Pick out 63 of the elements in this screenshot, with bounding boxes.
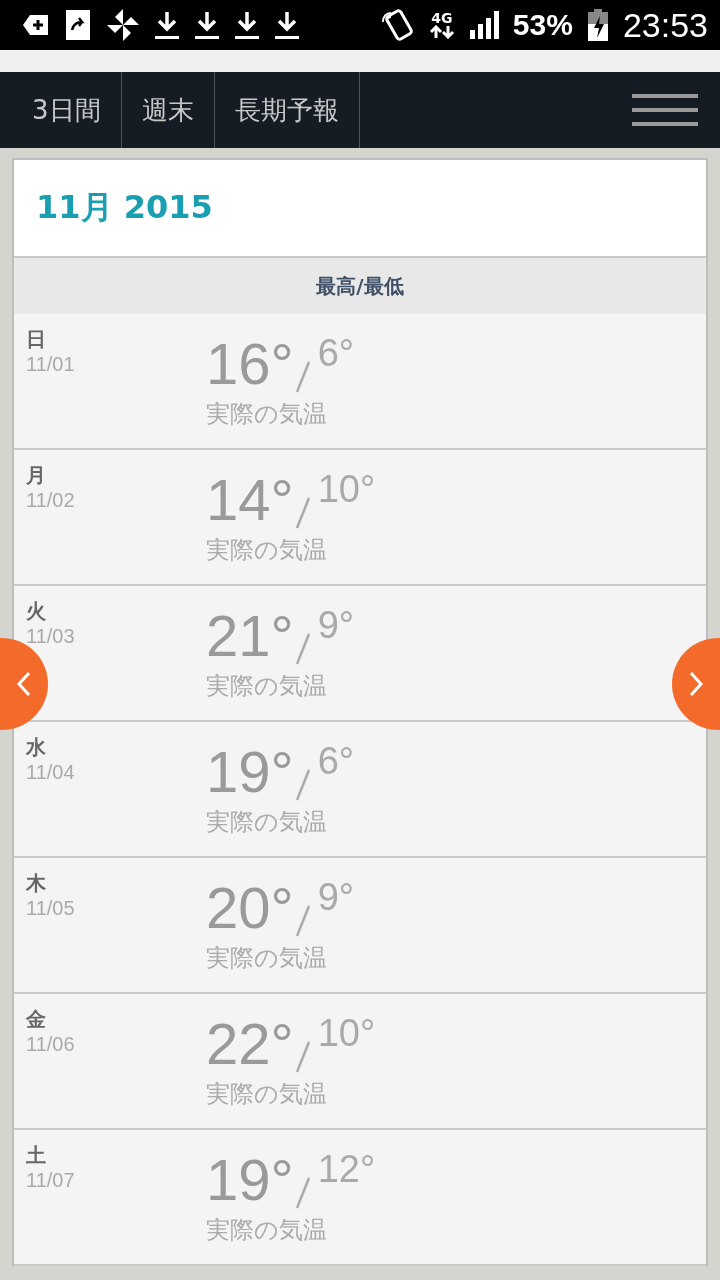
download-icon xyxy=(234,10,260,40)
weekday: 月 xyxy=(26,462,46,489)
temperature-note: 実際の気温 xyxy=(206,1215,327,1246)
slash-divider xyxy=(293,496,312,530)
low-temperature: 6° xyxy=(317,332,355,374)
download-icon xyxy=(154,10,180,40)
slash-divider xyxy=(293,1040,312,1074)
date: 11/07 xyxy=(26,1169,75,1192)
low-temperature: 9° xyxy=(317,604,355,646)
forecast-tab[interactable]: 長期予報 xyxy=(214,72,360,148)
high-temperature: 19° xyxy=(206,740,294,804)
battery-charging-icon xyxy=(586,8,609,42)
download-icon xyxy=(194,10,220,40)
forecast-tab[interactable]: 3日間 xyxy=(0,72,122,148)
column-header: 最高/最低 xyxy=(316,272,404,300)
weekday: 土 xyxy=(26,1142,46,1169)
date: 11/05 xyxy=(26,897,75,920)
data-arrows-icon xyxy=(428,25,455,39)
date: 11/01 xyxy=(26,353,75,376)
weekday: 日 xyxy=(26,326,46,353)
download-icon xyxy=(274,10,300,40)
pinwheel-icon xyxy=(106,8,140,42)
high-temperature: 19° xyxy=(206,1148,294,1212)
low-temperature: 6° xyxy=(317,740,355,782)
chevron-left-icon xyxy=(16,671,32,697)
network-type: 4G xyxy=(431,11,453,25)
weekday: 火 xyxy=(26,598,46,625)
chevron-right-icon xyxy=(688,671,704,697)
forecast-tab[interactable]: 週末 xyxy=(121,72,215,148)
battery-percent: 53% xyxy=(512,8,573,42)
temperature-note: 実際の気温 xyxy=(206,535,327,566)
slash-divider xyxy=(293,768,312,802)
signal-icon xyxy=(468,10,499,40)
add-tab-icon xyxy=(22,13,50,37)
low-temperature: 12° xyxy=(317,1148,376,1190)
high-temperature: 20° xyxy=(206,876,294,940)
slash-divider xyxy=(293,904,312,938)
slash-divider xyxy=(293,1176,312,1210)
slash-divider xyxy=(293,632,312,666)
menu-icon[interactable] xyxy=(632,94,698,126)
high-temperature: 16° xyxy=(206,332,294,396)
low-temperature: 10° xyxy=(317,468,376,510)
weekday: 水 xyxy=(26,734,46,761)
weekday: 木 xyxy=(26,870,46,897)
date: 11/04 xyxy=(26,761,75,784)
low-temperature: 10° xyxy=(317,1012,376,1054)
date: 11/03 xyxy=(26,625,75,648)
temperature-note: 実際の気温 xyxy=(206,807,327,838)
high-temperature: 21° xyxy=(206,604,294,668)
high-temperature: 22° xyxy=(206,1012,294,1076)
temperature-note: 実際の気温 xyxy=(206,399,327,430)
date: 11/06 xyxy=(26,1033,75,1056)
month-title: 11月 2015 xyxy=(36,187,213,228)
temperature-note: 実際の気温 xyxy=(206,943,327,974)
temperature-note: 実際の気温 xyxy=(206,1079,327,1110)
clock-time: 23:53 xyxy=(622,5,708,45)
low-temperature: 9° xyxy=(317,876,355,918)
phone-share-icon xyxy=(64,8,92,42)
high-temperature: 14° xyxy=(206,468,294,532)
temperature-note: 実際の気温 xyxy=(206,671,327,702)
slash-divider xyxy=(293,360,312,394)
weekday: 金 xyxy=(26,1006,46,1033)
date: 11/02 xyxy=(26,489,75,512)
